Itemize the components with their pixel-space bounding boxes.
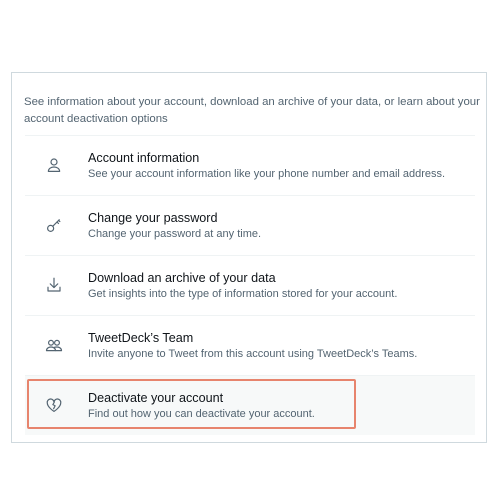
download-archive-item[interactable]: Download an archive of your data Get ins… (25, 255, 475, 315)
change-password-title: Change your password (88, 211, 218, 225)
tweetdeck-team-title: TweetDeck’s Team (88, 331, 194, 345)
tweetdeck-team-description: Invite anyone to Tweet from this account… (88, 348, 418, 360)
download-icon (45, 276, 63, 294)
account-information-item[interactable]: Account information See your account inf… (25, 135, 475, 195)
download-archive-description: Get insights into the type of informatio… (88, 288, 398, 300)
tweetdeck-team-item[interactable]: TweetDeck’s Team Invite anyone to Tweet … (25, 315, 475, 375)
deactivate-account-title: Deactivate your account (88, 391, 224, 405)
deactivate-account-description: Find out how you can deactivate your acc… (88, 408, 315, 420)
person-icon (45, 156, 63, 174)
account-information-description: See your account information like your p… (88, 168, 446, 180)
people-icon (45, 336, 63, 354)
deactivate-account-item[interactable]: Deactivate your account Find out how you… (25, 375, 475, 435)
change-password-description: Change your password at any time. (88, 228, 262, 240)
intro-text: See information about your account, down… (24, 96, 480, 125)
change-password-item[interactable]: Change your password Change your passwor… (25, 195, 475, 255)
download-archive-title: Download an archive of your data (88, 271, 276, 285)
broken-heart-icon (45, 396, 63, 414)
account-information-title: Account information (88, 151, 200, 165)
key-icon (45, 216, 63, 234)
your-account-panel: See information about your account, down… (11, 72, 487, 443)
